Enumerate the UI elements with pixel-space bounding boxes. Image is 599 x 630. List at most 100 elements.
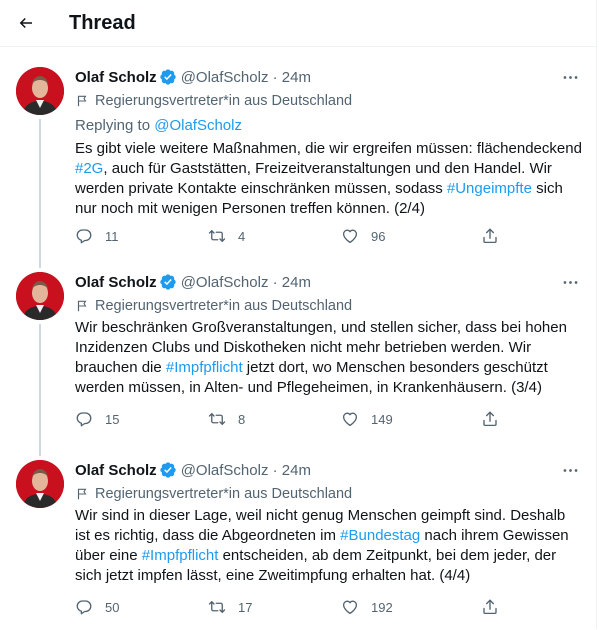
retweet-button[interactable]: 8	[208, 410, 341, 428]
verified-badge-icon	[159, 273, 177, 291]
tweet-text-line: werden müssen, in Alten- und Pflegeheime…	[75, 378, 580, 398]
like-button[interactable]: 96	[341, 227, 481, 245]
avatar[interactable]	[16, 460, 64, 508]
tweet-text-segment: jetzt dort, wo Menschen besonders geschü…	[242, 359, 548, 376]
hashtag-link[interactable]: #Impfpflicht	[142, 547, 219, 564]
like-count: 149	[371, 411, 393, 427]
thread-connector-line	[39, 252, 41, 268]
author-name[interactable]: Olaf Scholz	[75, 69, 157, 86]
replying-to-prefix: Replying to	[75, 117, 155, 134]
tweet-text-line: sich jetzt impfen lässt, eine Zweitimpfu…	[75, 566, 580, 586]
hashtag-link[interactable]: #2G	[75, 160, 103, 177]
more-options-button[interactable]	[561, 272, 580, 292]
separator-dot: ·	[268, 273, 282, 291]
tweet-text-line: nur noch mit wenigen Personen treffen kö…	[75, 199, 580, 219]
tweet-actions: 15 8 149	[75, 410, 580, 428]
retweet-count: 8	[238, 411, 246, 427]
share-button[interactable]	[481, 227, 499, 245]
tweet[interactable]: Olaf Scholz @OlafScholz · 24m Regierungsve…	[0, 440, 596, 630]
heart-icon	[341, 227, 359, 245]
share-button[interactable]	[481, 598, 499, 616]
retweet-button[interactable]: 4	[208, 227, 341, 245]
account-label[interactable]: Regierungsvertreter*in aus Deutschland	[75, 484, 580, 504]
account-label[interactable]: Regierungsvertreter*in aus Deutschland	[75, 91, 580, 111]
tweet-text-line: Wir beschränken Großveranstaltungen, und…	[75, 318, 580, 338]
retweet-button[interactable]: 17	[208, 598, 341, 616]
more-options-button[interactable]	[561, 67, 580, 87]
tweet-text-segment: ist es richtig, dass die Abgeordneten im	[75, 527, 341, 544]
tweet-content: Olaf Scholz @OlafScholz · 24m Regierungsve…	[75, 272, 580, 398]
tweet-text-segment: Wir sind in dieser Lage, weil nicht genu…	[75, 507, 566, 524]
tweet-text-segment: Es gibt viele weitere Maßnahmen, die wir…	[75, 140, 582, 157]
tweet-text-segment: nur noch mit wenigen Personen treffen kö…	[75, 200, 425, 217]
tweet-text-segment: entscheiden, ab dem Zeitpunkt, bei dem j…	[218, 547, 557, 564]
reply-count: 50	[105, 599, 120, 615]
flag-icon	[75, 94, 89, 108]
reply-count: 11	[105, 228, 119, 244]
share-icon	[481, 410, 499, 428]
tweet-text-line: Wir sind in dieser Lage, weil nicht genu…	[75, 506, 580, 526]
tweet-list: Olaf Scholz @OlafScholz · 24m Regierungsve…	[0, 47, 596, 630]
avatar[interactable]	[16, 67, 64, 115]
author-name[interactable]: Olaf Scholz	[75, 274, 157, 291]
tweet-text-segment: nach ihrem Gewissen	[420, 527, 569, 544]
tweet-text-line: Es gibt viele weitere Maßnahmen, die wir…	[75, 139, 582, 159]
tweet-text-line: #2G, auch für Gaststätten, Freizeitveran…	[75, 159, 580, 179]
more-options-button[interactable]	[561, 460, 580, 480]
tweet-text-segment: werden müssen, in Alten- und Pflegeheime…	[75, 379, 542, 396]
timestamp[interactable]: 24m	[282, 462, 311, 479]
share-icon	[481, 227, 499, 245]
page-title: Thread	[69, 11, 136, 34]
author-handle[interactable]: @OlafScholz	[181, 274, 269, 291]
like-button[interactable]: 149	[341, 410, 481, 428]
tweet-text-segment: Inzidenzen Clubs und Diskotheken nicht m…	[75, 339, 532, 356]
thread-header: Thread	[0, 0, 596, 47]
back-button[interactable]	[17, 14, 35, 32]
account-label[interactable]: Regierungsvertreter*in aus Deutschland	[75, 296, 580, 316]
tweet-text: Es gibt viele weitere Maßnahmen, die wir…	[75, 139, 582, 219]
tweet[interactable]: Olaf Scholz @OlafScholz · 24m Regierungsve…	[0, 47, 596, 252]
hashtag-link[interactable]: #Bundestag	[340, 527, 420, 544]
heart-icon	[341, 410, 359, 428]
retweet-icon	[208, 598, 226, 616]
author-handle[interactable]: @OlafScholz	[181, 69, 269, 86]
thread-page: Thread Olaf Scholz @OlafScholz · 24m Regie…	[0, 0, 597, 629]
more-horizontal-icon	[561, 461, 580, 480]
avatar[interactable]	[16, 272, 64, 320]
heart-icon	[341, 598, 359, 616]
tweet-text-segment: sich jetzt impfen lässt, eine Zweitimpfu…	[75, 567, 471, 584]
more-horizontal-icon	[561, 68, 580, 87]
reply-button[interactable]: 11	[75, 227, 208, 245]
tweet-author-row: Olaf Scholz @OlafScholz · 24m	[75, 460, 580, 480]
thread-connector-line	[39, 119, 41, 252]
hashtag-link[interactable]: #Ungeimpfte	[447, 180, 532, 197]
share-icon	[481, 598, 499, 616]
tweet-text-segment: werden private Kontakte einschränken müs…	[75, 180, 447, 197]
tweet-actions: 50 17 192	[75, 598, 580, 616]
share-button[interactable]	[481, 410, 499, 428]
retweet-icon	[208, 410, 226, 428]
account-label-text: Regierungsvertreter*in aus Deutschland	[95, 486, 353, 502]
reply-button[interactable]: 15	[75, 410, 208, 428]
retweet-count: 4	[238, 228, 246, 244]
tweet[interactable]: Olaf Scholz @OlafScholz · 24m Regierungsve…	[0, 252, 596, 440]
retweet-icon	[208, 227, 226, 245]
timestamp[interactable]: 24m	[282, 274, 311, 291]
reply-icon	[75, 410, 93, 428]
timestamp[interactable]: 24m	[282, 69, 311, 86]
arrow-left-icon	[19, 17, 32, 29]
tweet-text-line: über eine #Impfpflicht entscheiden, ab d…	[75, 546, 580, 566]
hashtag-link[interactable]: #Impfpflicht	[166, 359, 243, 376]
tweet-text-line: brauchen die #Impfpflicht jetzt dort, wo…	[75, 358, 580, 378]
account-label-text: Regierungsvertreter*in aus Deutschland	[95, 298, 353, 314]
tweet-text-segment: , auch für Gaststätten, Freizeitveransta…	[103, 160, 552, 177]
replying-to-handle[interactable]: @OlafScholz	[154, 117, 242, 134]
author-name[interactable]: Olaf Scholz	[75, 462, 157, 479]
flag-icon	[75, 299, 89, 313]
author-handle[interactable]: @OlafScholz	[181, 462, 269, 479]
reply-button[interactable]: 50	[75, 598, 208, 616]
thread-connector-line	[39, 440, 41, 456]
tweet-content: Olaf Scholz @OlafScholz · 24m Regierungsve…	[75, 67, 582, 219]
separator-dot: ·	[268, 461, 282, 479]
like-button[interactable]: 192	[341, 598, 481, 616]
